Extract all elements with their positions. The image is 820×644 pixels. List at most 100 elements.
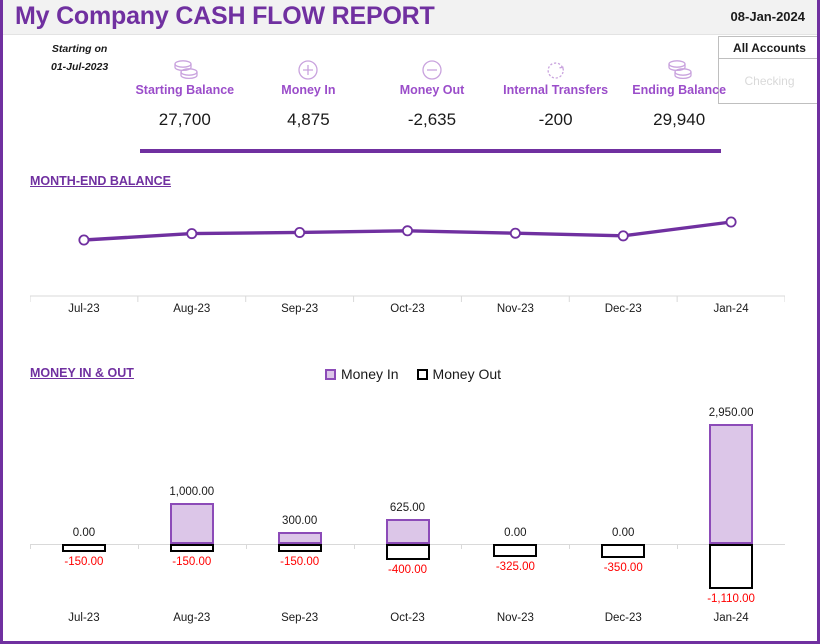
kpi-value: -2,635 xyxy=(407,110,457,129)
bar-money-in xyxy=(169,503,214,544)
kpi-internal-transfers: Internal Transfers -200 xyxy=(494,58,618,130)
x-axis-tick-label: Sep-23 xyxy=(281,303,319,315)
kpi-money-in: Money In 4,875 xyxy=(247,58,371,130)
bar-group: 625.00 -400.00 xyxy=(353,392,462,608)
axis-tick xyxy=(30,544,31,549)
x-axis-tick-label: Nov-23 xyxy=(496,303,534,315)
slicer-header-all-accounts[interactable]: All Accounts xyxy=(719,37,817,59)
bar-chart-legend: Money In Money Out xyxy=(3,366,817,382)
data-point-marker xyxy=(401,225,413,237)
x-axis-tick-label: Nov-23 xyxy=(496,612,534,624)
bar-label-money-in: 2,950.00 xyxy=(708,407,754,419)
data-point-marker xyxy=(186,228,198,240)
kpi-starting-balance: Starting Balance 27,700 xyxy=(123,58,247,130)
transfer-arrows-icon xyxy=(494,58,618,82)
bar-money-out xyxy=(385,544,430,561)
line-chart-axis xyxy=(30,295,785,302)
bar-group: 1,000.00 -150.00 xyxy=(137,392,246,608)
bar-label-money-out: -1,110.00 xyxy=(707,593,755,606)
bar-money-out xyxy=(61,544,106,552)
bar-group: 300.00 -150.00 xyxy=(245,392,354,608)
x-axis-tick-label: Jan-24 xyxy=(713,303,749,315)
bar-money-out xyxy=(601,544,646,559)
legend-label: Money In xyxy=(340,366,399,382)
kpi-money-out: Money Out -2,635 xyxy=(370,58,494,130)
axis-tick xyxy=(245,544,247,549)
bar-label-money-out: -350.00 xyxy=(603,562,643,575)
axis-tick xyxy=(137,544,139,549)
x-axis-tick-label: Dec-23 xyxy=(604,612,642,624)
bar-money-out xyxy=(277,544,322,552)
kpi-row: Starting Balance 27,700 Money In 4,875 M… xyxy=(123,58,741,130)
minus-circle-icon xyxy=(370,58,494,82)
axis-tick xyxy=(569,544,571,549)
x-axis-tick-label: Jan-24 xyxy=(713,612,749,624)
starting-on-block: Starting on 01-Jul-2023 xyxy=(51,40,108,76)
kpi-value: 27,700 xyxy=(158,110,211,129)
bar-group: 2,950.00 -1,110.00 xyxy=(677,392,785,608)
section-title-month-end-balance: MONTH-END BALANCE xyxy=(30,174,171,188)
axis-tick xyxy=(677,544,679,549)
x-axis-tick-label: Oct-23 xyxy=(390,612,425,624)
legend-swatch-icon xyxy=(416,368,428,380)
bar-label-money-out: -150.00 xyxy=(172,556,212,568)
starting-on-date: 01-Jul-2023 xyxy=(51,61,109,73)
legend-item-money-in: Money In xyxy=(324,366,399,382)
cash-flow-report-page: My Company CASH FLOW REPORT 08-Jan-2024 … xyxy=(0,0,820,644)
page-title: My Company CASH FLOW REPORT xyxy=(15,2,435,30)
bar-money-in xyxy=(277,531,322,544)
starting-on-label: Starting on xyxy=(51,43,108,55)
kpi-value: -200 xyxy=(538,110,573,129)
bar-money-out xyxy=(709,544,754,590)
data-point-marker xyxy=(509,227,521,239)
bar-label-money-in: 0.00 xyxy=(72,527,96,539)
kpi-label: Money In xyxy=(281,83,336,97)
bar-label-money-in: 0.00 xyxy=(612,527,635,539)
money-in-out-chart: 0.00 -150.00 1,000.00 -150.00 300.00 -150.00 6… xyxy=(30,392,785,608)
plus-circle-icon xyxy=(247,58,371,82)
x-axis-tick-label: Sep-23 xyxy=(281,612,319,624)
x-axis-tick-label: Jul-23 xyxy=(68,303,100,315)
kpi-label: Internal Transfers xyxy=(503,83,609,97)
line-chart-x-axis-labels: Jul-23 Aug-23 Sep-23 Oct-23 Nov-23 Dec-23 Jan-… xyxy=(30,303,785,315)
bar-label-money-in: 0.00 xyxy=(504,527,527,539)
bar-money-in xyxy=(385,518,430,544)
data-point-marker xyxy=(294,226,306,238)
bar-label-money-in: 300.00 xyxy=(282,514,318,527)
bar-group: 0.00 -350.00 xyxy=(569,392,677,608)
x-axis-tick-label: Aug-23 xyxy=(173,612,211,624)
report-date: 08-Jan-2024 xyxy=(730,9,805,24)
axis-tick xyxy=(353,544,355,549)
kpi-label: Money Out xyxy=(399,83,465,97)
x-axis-tick-label: Dec-23 xyxy=(604,303,642,315)
bar-money-in xyxy=(709,424,754,544)
bar-label-money-out: -150.00 xyxy=(280,556,320,568)
data-point-marker xyxy=(78,234,90,246)
x-axis-tick-label: Jul-23 xyxy=(68,612,100,624)
bar-label-money-in: 1,000.00 xyxy=(169,486,215,499)
kpi-value: 4,875 xyxy=(287,110,330,129)
data-point-marker xyxy=(617,230,629,242)
bar-group: 0.00 -325.00 xyxy=(461,392,569,608)
bar-label-money-out: -325.00 xyxy=(495,561,535,574)
kpi-ending-balance: Ending Balance 29,940 xyxy=(617,58,741,130)
legend-item-money-out: Money Out xyxy=(416,366,502,382)
kpi-value: 29,940 xyxy=(653,110,706,129)
x-axis-tick-label: Aug-23 xyxy=(173,303,211,315)
kpi-label: Ending Balance xyxy=(632,83,727,97)
legend-swatch-icon xyxy=(324,368,336,380)
bar-chart-x-axis-labels: Jul-23 Aug-23 Sep-23 Oct-23 Nov-23 Dec-23 Jan-… xyxy=(30,612,785,624)
data-point-marker xyxy=(725,216,737,228)
coins-stack-icon xyxy=(123,58,247,82)
kpi-label: Starting Balance xyxy=(135,83,235,97)
legend-label: Money Out xyxy=(432,366,502,382)
bar-money-out xyxy=(169,544,214,552)
axis-tick xyxy=(461,544,463,549)
bar-label-money-out: -150.00 xyxy=(64,556,104,568)
kpi-underline-bar xyxy=(140,149,721,153)
x-axis-tick-label: Oct-23 xyxy=(390,303,425,315)
coins-stack-icon xyxy=(617,58,741,82)
bar-label-money-in: 625.00 xyxy=(389,501,426,514)
bar-money-out xyxy=(493,544,538,558)
bar-group: 0.00 -150.00 xyxy=(30,392,138,608)
